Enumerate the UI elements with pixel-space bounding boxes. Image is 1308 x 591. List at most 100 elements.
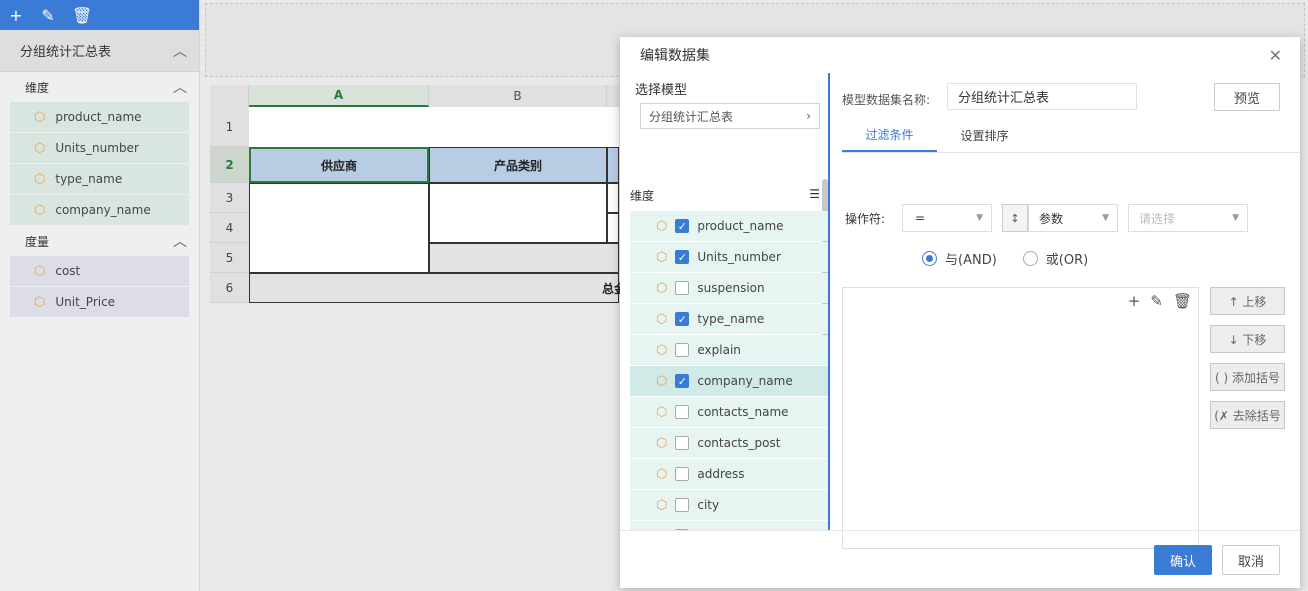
radio-or[interactable]: 或(OR)	[1022, 249, 1089, 268]
move-down-button[interactable]: ↓ 下移	[1210, 325, 1285, 353]
dimension-list-item[interactable]: ⬡ suspension	[630, 273, 828, 303]
cell-supplier[interactable]: 供应商	[249, 147, 429, 183]
checkbox[interactable]	[675, 498, 690, 512]
condition-tools: + ✎ 🗑	[1128, 292, 1192, 310]
add-icon[interactable]: +	[1128, 292, 1141, 310]
checkbox[interactable]: ✓	[675, 219, 690, 233]
dialog-title: 编辑数据集	[640, 48, 710, 64]
tab-bar: 过滤条件 设置排序	[842, 119, 1300, 153]
row-header[interactable]: 2	[210, 147, 249, 183]
dimension-list-item[interactable]: ⬡ city	[630, 490, 828, 520]
column-header-b[interactable]: B	[429, 85, 607, 107]
cube-icon: ⬡	[34, 202, 46, 218]
move-up-button[interactable]: ↑ 上移	[1210, 287, 1285, 315]
close-icon[interactable]: ✕	[1269, 46, 1282, 65]
cube-icon: ⬡	[656, 249, 668, 265]
cell-category[interactable]: 产品类别	[429, 147, 607, 183]
checkbox[interactable]: ✓	[675, 374, 690, 388]
field-label: Unit_Price	[55, 295, 116, 309]
checkbox[interactable]	[675, 343, 690, 357]
cube-icon: ⬡	[34, 109, 46, 125]
dimension-list-item[interactable]: ⬡ contacts_post	[630, 428, 828, 458]
dataset-title[interactable]: 分组统计汇总表 ︿	[0, 30, 199, 72]
checkbox[interactable]: ✓	[675, 250, 690, 264]
cell-total[interactable]: 总金额	[249, 273, 638, 303]
chevron-up-icon[interactable]: ︿	[173, 77, 187, 97]
checkbox[interactable]	[675, 281, 690, 295]
column-header-a[interactable]: A	[249, 85, 429, 107]
delete-icon[interactable]: 🗑	[72, 6, 92, 25]
dimension-list-item[interactable]: ⬡ ✓ type_name	[630, 304, 828, 334]
select-all-icon[interactable]: ☰	[809, 187, 820, 204]
dimension-list-item[interactable]: ⬡ ✓ company_name	[630, 366, 828, 396]
radio-and-label: 与(AND)	[945, 253, 997, 268]
row-header[interactable]: 4	[210, 213, 249, 243]
measure-field[interactable]: ⬡ Unit_Price	[10, 287, 189, 317]
radio-and[interactable]: 与(AND)	[922, 249, 997, 268]
dimension-field[interactable]: ⬡ type_name	[10, 164, 189, 194]
cube-icon: ⬡	[656, 373, 668, 389]
checkbox[interactable]: ✓	[675, 312, 690, 326]
radio-dot[interactable]	[922, 251, 937, 266]
dimension-field[interactable]: ⬡ Units_number	[10, 133, 189, 163]
tab-filter[interactable]: 过滤条件	[842, 119, 937, 152]
measure-header[interactable]: 度量 ︿	[0, 226, 199, 256]
cell[interactable]	[249, 107, 619, 147]
dataset-name-input[interactable]: 分组统计汇总表	[947, 83, 1137, 110]
cell[interactable]	[607, 183, 619, 213]
dimension-list-item[interactable]: ⬡ ✓ product_name	[630, 211, 828, 241]
model-select[interactable]: 分组统计汇总表 ›	[640, 103, 820, 129]
chevron-up-icon[interactable]: ︿	[173, 231, 187, 251]
dimension-list-item[interactable]: ⬡ explain	[630, 335, 828, 365]
checkbox[interactable]	[675, 436, 690, 450]
cell[interactable]	[607, 213, 619, 243]
preview-button[interactable]: 预览	[1214, 83, 1280, 111]
param-select[interactable]: 参数 ▼	[1028, 204, 1118, 232]
add-icon[interactable]: +	[8, 6, 24, 25]
field-label: Units_number	[697, 250, 781, 264]
delete-icon[interactable]: 🗑	[1173, 292, 1192, 310]
dimension-list-item[interactable]: ⬡ contacts_name	[630, 397, 828, 427]
panel-toolbar: + ✎ 🗑	[0, 0, 199, 30]
edit-icon[interactable]: ✎	[40, 6, 56, 25]
dimension-list-item[interactable]: ⬡ address	[630, 459, 828, 489]
dataset-panel: + ✎ 🗑 分组统计汇总表 ︿ 维度 ︿ ⬡ product_name ⬡ Unit…	[0, 0, 200, 591]
param-toggle-icon[interactable]: ↕	[1002, 204, 1028, 232]
tab-sort[interactable]: 设置排序	[937, 119, 1032, 152]
chevron-right-icon: ›	[806, 109, 811, 123]
cell[interactable]	[249, 183, 429, 273]
checkbox[interactable]	[675, 467, 690, 481]
edit-icon[interactable]: ✎	[1150, 292, 1163, 310]
confirm-button[interactable]: 确认	[1154, 545, 1212, 575]
dimension-list-item[interactable]: ⬡ ✓ Units_number	[630, 242, 828, 272]
operator-select[interactable]: = ▼	[902, 204, 992, 232]
dimension-field[interactable]: ⬡ company_name	[10, 195, 189, 225]
dimension-field[interactable]: ⬡ product_name	[10, 102, 189, 132]
row-header[interactable]: 5	[210, 243, 249, 273]
radio-dot[interactable]	[1022, 251, 1038, 266]
row-header[interactable]: 6	[210, 273, 249, 303]
measure-label: 度量	[25, 234, 50, 249]
corner-cell[interactable]	[210, 85, 249, 107]
chevron-up-icon[interactable]: ︿	[173, 41, 187, 61]
dimension-header[interactable]: 维度 ︿	[0, 72, 199, 102]
cell[interactable]	[429, 243, 619, 273]
row-header[interactable]: 1	[210, 107, 249, 147]
cancel-button[interactable]: 取消	[1222, 545, 1280, 575]
measure-field[interactable]: ⬡ cost	[10, 256, 189, 286]
value-select[interactable]: 请选择 ▼	[1128, 204, 1248, 232]
checkbox[interactable]	[675, 405, 690, 419]
caret-down-icon: ▼	[976, 213, 983, 223]
cube-icon: ⬡	[34, 294, 46, 310]
cell[interactable]	[607, 147, 619, 183]
dimension-list-header: 维度 ☰	[630, 187, 820, 204]
field-label: product_name	[55, 110, 142, 124]
param-value: 参数	[1039, 211, 1064, 226]
condition-list[interactable]: + ✎ 🗑	[842, 287, 1199, 549]
row-header[interactable]: 3	[210, 183, 249, 213]
remove-parenthesis-button[interactable]: (✗ 去除括号	[1210, 401, 1285, 429]
radio-or-label: 或(OR)	[1045, 253, 1089, 268]
cube-icon: ⬡	[34, 171, 46, 187]
add-parenthesis-button[interactable]: ( ) 添加括号	[1210, 363, 1285, 391]
cell[interactable]	[429, 183, 607, 243]
